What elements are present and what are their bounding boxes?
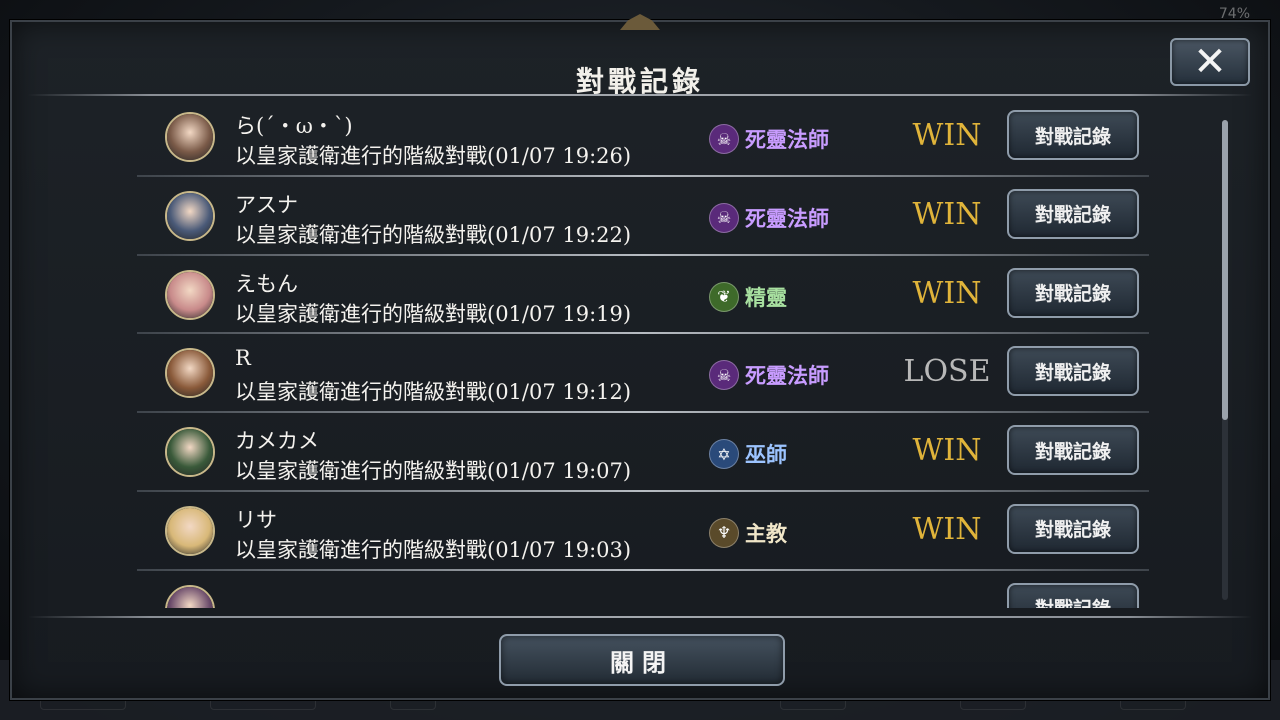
record-row: アスナ以皇家護衛進行的階級對戰(01/07 19:22) ☠ 死靈法師 WIN 對戰記錄 bbox=[137, 177, 1149, 256]
view-record-button[interactable]: 對戰記錄 bbox=[1007, 188, 1139, 239]
match-result: WIN bbox=[912, 511, 982, 547]
necromancer-icon: ☠ bbox=[709, 360, 739, 391]
match-description: 以皇家護衛進行的階級對戰(01/07 19:19) bbox=[235, 301, 632, 326]
opponent-name: えもん bbox=[235, 271, 298, 296]
record-row: 對戰記錄 bbox=[137, 571, 1149, 608]
class-label: 精靈 bbox=[745, 284, 787, 310]
opponent-class: ♆ 主教 bbox=[709, 517, 787, 548]
match-result: WIN bbox=[912, 275, 982, 311]
necromancer-icon: ☠ bbox=[709, 124, 739, 154]
record-row: えもん以皇家護衛進行的階級對戰(01/07 19:19) ❦ 精靈 WIN 對戰記錄 bbox=[137, 256, 1149, 335]
close-button[interactable]: ✕ bbox=[1170, 38, 1250, 86]
class-label: 巫師 bbox=[745, 442, 787, 468]
opponent-avatar bbox=[165, 505, 215, 556]
opponent-avatar bbox=[165, 584, 215, 608]
opponent-name: カメカメ bbox=[235, 429, 319, 454]
match-description: 以皇家護衛進行的階級對戰(01/07 19:07) bbox=[235, 459, 632, 484]
record-row: カメカメ以皇家護衛進行的階級對戰(01/07 19:07) ✡ 巫師 WIN 對戰記錄 bbox=[137, 413, 1149, 492]
view-record-button[interactable]: 對戰記錄 bbox=[1007, 346, 1139, 397]
match-result: WIN bbox=[912, 118, 982, 153]
opponent-avatar bbox=[165, 112, 215, 162]
opponent-avatar bbox=[165, 348, 215, 399]
view-record-button[interactable]: 對戰記錄 bbox=[1007, 110, 1139, 160]
opponent-class: ❦ 精靈 bbox=[709, 281, 787, 312]
opponent-avatar bbox=[165, 427, 215, 478]
view-record-button[interactable]: 對戰記錄 bbox=[1007, 267, 1139, 318]
match-result: WIN bbox=[912, 433, 982, 469]
close-modal-button[interactable]: 關閉 bbox=[499, 634, 785, 686]
scrollbar-thumb[interactable] bbox=[1222, 120, 1228, 420]
battle-record-modal: 對戰記錄 ✕ ら(´・ω・`) 以皇家護衛進行的階級對戰(01/07 19:26)… bbox=[10, 14, 1270, 700]
necromancer-icon: ☠ bbox=[709, 202, 739, 233]
class-label: 死靈法師 bbox=[745, 127, 829, 152]
match-result: WIN bbox=[912, 196, 982, 232]
bishop-icon: ♆ bbox=[709, 517, 739, 548]
view-record-button[interactable]: 對戰記錄 bbox=[1007, 503, 1139, 554]
opponent-name: R bbox=[235, 346, 251, 371]
elf-icon: ❦ bbox=[709, 281, 739, 312]
opponent-class: ☠ 死靈法師 bbox=[709, 202, 829, 233]
opponent-class: ☠ 死靈法師 bbox=[709, 124, 829, 154]
match-description: 以皇家護衛進行的階級對戰(01/07 19:26) bbox=[235, 144, 632, 168]
opponent-class: ✡ 巫師 bbox=[709, 439, 787, 470]
opponent-avatar bbox=[165, 190, 215, 241]
view-record-button[interactable]: 對戰記錄 bbox=[1007, 425, 1139, 476]
match-description: 以皇家護衛進行的階級對戰(01/07 19:12) bbox=[235, 380, 632, 405]
class-label: 主教 bbox=[745, 520, 787, 546]
match-description: 以皇家護衛進行的階級對戰(01/07 19:03) bbox=[235, 537, 632, 562]
opponent-class: ☠ 死靈法師 bbox=[709, 360, 829, 391]
record-row: リサ以皇家護衛進行的階級對戰(01/07 19:03) ♆ 主教 WIN 對戰記錄 bbox=[137, 492, 1149, 571]
record-row: ら(´・ω・`) 以皇家護衛進行的階級對戰(01/07 19:26) ☠ 死靈法師 WI… bbox=[137, 98, 1149, 177]
opponent-name: ら(´・ω・`) bbox=[235, 114, 353, 138]
match-result: LOSE bbox=[903, 354, 991, 390]
record-row: R 以皇家護衛進行的階級對戰(01/07 19:12) ☠ 死靈法師 LOSE 對戰記錄 bbox=[137, 334, 1149, 414]
opponent-avatar bbox=[165, 269, 215, 320]
class-label: 死靈法師 bbox=[745, 363, 829, 389]
match-description: 以皇家護衛進行的階級對戰(01/07 19:22) bbox=[235, 222, 632, 247]
opponent-name: リサ bbox=[235, 507, 277, 532]
top-divider bbox=[28, 94, 1252, 96]
close-icon: ✕ bbox=[1193, 39, 1227, 85]
bottom-divider bbox=[28, 616, 1252, 618]
view-record-button[interactable]: 對戰記錄 bbox=[1007, 582, 1139, 608]
record-list[interactable]: ら(´・ω・`) 以皇家護衛進行的階級對戰(01/07 19:26) ☠ 死靈法師 WI… bbox=[137, 98, 1149, 608]
opponent-name: アスナ bbox=[235, 192, 298, 217]
witch-icon: ✡ bbox=[709, 439, 739, 470]
class-label: 死靈法師 bbox=[745, 205, 829, 231]
